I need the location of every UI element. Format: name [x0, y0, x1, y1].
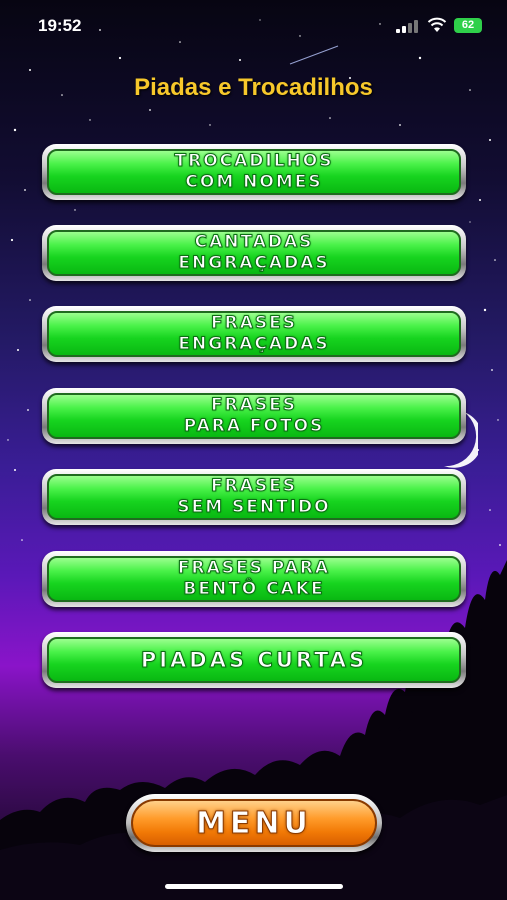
button-label-line2: SEM SENTIDO — [177, 497, 331, 518]
battery-level: 62 — [461, 19, 475, 31]
button-label-line1: FRASES PARA — [177, 558, 331, 579]
button-label-line2: BENTÔ CAKE — [183, 579, 325, 600]
wifi-icon — [427, 17, 447, 32]
button-piadas-curtas[interactable]: PIADAS CURTAS — [42, 632, 466, 688]
home-indicator[interactable] — [165, 884, 343, 889]
button-frases-engracadas[interactable]: FRASES ENGRAÇADAS — [42, 306, 466, 362]
battery-indicator: 62 — [454, 18, 482, 33]
menu-button-label: MENU — [196, 805, 312, 841]
button-label-line2: ENGRAÇADAS — [178, 334, 330, 355]
button-frases-para-fotos[interactable]: FRASES PARA FOTOS — [42, 388, 466, 444]
cellular-signal-icon — [396, 20, 418, 33]
button-label-line1: FRASES — [211, 313, 297, 334]
button-frases-sem-sentido[interactable]: FRASES SEM SENTIDO — [42, 469, 466, 525]
button-label-line1: TROCADILHOS — [174, 151, 334, 172]
menu-button[interactable]: MENU — [126, 794, 382, 852]
button-label-line2: ENGRAÇADAS — [178, 253, 330, 274]
button-label: PIADAS CURTAS — [140, 648, 368, 673]
button-label-line2: PARA FOTOS — [183, 416, 325, 437]
button-frases-para-bento-cake[interactable]: FRASES PARA BENTÔ CAKE — [42, 551, 466, 607]
status-bar: 19:52 62 — [0, 0, 507, 52]
button-cantadas-engracadas[interactable]: CANTADAS ENGRAÇADAS — [42, 225, 466, 281]
button-label-line1: FRASES — [211, 395, 297, 416]
button-label-line1: FRASES — [211, 476, 297, 497]
button-trocadilhos-com-nomes[interactable]: TROCADILHOS COM NOMES — [42, 144, 466, 200]
button-label-line1: CANTADAS — [194, 232, 314, 253]
status-time: 19:52 — [38, 16, 82, 35]
page-title: Piadas e Trocadilhos — [134, 74, 373, 101]
button-label-line2: COM NOMES — [185, 172, 323, 193]
